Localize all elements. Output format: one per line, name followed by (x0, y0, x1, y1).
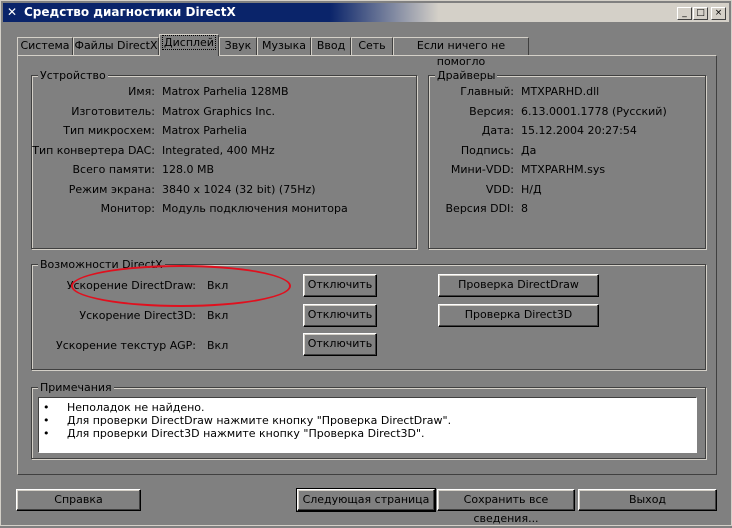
agp-texture-accel-value: Вкл (207, 339, 229, 352)
notes-textbox[interactable]: • Неполадок не найдено. • Для проверки Dir… (38, 397, 697, 453)
dac-type-label: Тип конвертера DAC: (32, 144, 155, 157)
mini-vdd-label: Мини-VDD: (450, 163, 514, 176)
driver-date-value: 15.12.2004 20:27:54 (521, 124, 637, 137)
total-memory-label: Всего памяти: (72, 163, 155, 176)
tab-directx-files[interactable]: Файлы DirectX (73, 37, 159, 55)
device-group: Устройство (31, 69, 417, 249)
manufacturer-value: Matrox Graphics Inc. (162, 105, 276, 118)
display-mode-label: Режим экрана: (68, 183, 155, 196)
ddi-version-value: 8 (521, 202, 528, 215)
vdd-label: VDD: (485, 183, 514, 196)
ddi-version-label: Версия DDI: (445, 202, 515, 215)
test-directdraw-button[interactable]: Проверка DirectDraw (438, 274, 599, 297)
drivers-group-title: Драйверы (435, 69, 498, 82)
bullet-icon: • (43, 427, 50, 440)
title-bar[interactable]: ✕ Средство диагностики DirectX _ □ × (3, 3, 729, 22)
note-item: • Для проверки DirectDraw нажмите кнопку … (43, 414, 452, 427)
dxdiag-app-icon: ✕ (7, 5, 18, 19)
bullet-icon: • (43, 414, 50, 427)
tab-network[interactable]: Сеть (351, 37, 393, 55)
tab-sound[interactable]: Звук (219, 37, 257, 55)
chip-type-label: Тип микросхем: (63, 124, 155, 137)
driver-version-label: Версия: (469, 105, 514, 118)
monitor-label: Монитор: (100, 202, 155, 215)
vdd-value: Н/Д (521, 183, 542, 196)
notes-group-title: Примечания (38, 381, 114, 394)
device-name-value: Matrox Parhelia 128MB (162, 85, 289, 98)
directx-diagnostic-window: ✕ Средство диагностики DirectX _ □ × Сис… (0, 0, 732, 526)
maximize-button[interactable]: □ (693, 7, 708, 20)
highlight-ellipse (71, 265, 291, 307)
tab-input[interactable]: Ввод (311, 37, 351, 55)
agp-texture-accel-label: Ускорение текстур AGP: (56, 339, 196, 352)
tab-music[interactable]: Музыка (257, 37, 311, 55)
direct3d-accel-value: Вкл (207, 309, 229, 322)
main-driver-value: MTXPARHD.dll (521, 85, 600, 98)
chip-type-value: Matrox Parhelia (162, 124, 248, 137)
tab-label: Музыка (262, 39, 306, 52)
drivers-group: Драйверы (428, 69, 706, 249)
disable-direct3d-button[interactable]: Отключить (303, 304, 377, 327)
device-name-label: Имя: (128, 85, 155, 98)
save-all-info-button[interactable]: Сохранить все сведения... (437, 489, 575, 525)
dac-type-value: Integrated, 400 MHz (162, 144, 275, 157)
tab-label: Ввод (316, 39, 346, 52)
display-mode-value: 3840 x 1024 (32 bit) (75Hz) (162, 183, 316, 196)
next-page-button[interactable]: Следующая страница (296, 488, 436, 512)
mini-vdd-value: MTXPARHM.sys (521, 163, 606, 176)
minimize-button[interactable]: _ (677, 7, 692, 20)
help-button[interactable]: Справка (16, 489, 141, 511)
driver-date-label: Дата: (481, 124, 514, 137)
signature-value: Да (521, 144, 537, 157)
disable-directdraw-button[interactable]: Отключить (303, 274, 377, 297)
tab-display[interactable]: Дисплей (159, 34, 219, 56)
manufacturer-label: Изготовитель: (71, 105, 155, 118)
total-memory-value: 128.0 MB (162, 163, 215, 176)
device-group-title: Устройство (38, 69, 108, 82)
bullet-icon: • (43, 401, 50, 414)
tab-label: Файлы DirectX (74, 39, 158, 52)
test-direct3d-button[interactable]: Проверка Direct3D (438, 304, 599, 327)
tab-label: Дисплей (162, 35, 216, 50)
signature-label: Подпись: (460, 144, 514, 157)
driver-version-value: 6.13.0001.1778 (Русский) (521, 105, 667, 118)
note-item: • Для проверки Direct3D нажмите кнопку "П… (43, 427, 425, 440)
direct3d-accel-label: Ускорение Direct3D: (79, 309, 196, 322)
monitor-value: Модуль подключения монитора (162, 202, 348, 215)
close-button[interactable]: × (711, 7, 726, 20)
disable-agp-texture-button[interactable]: Отключить (303, 333, 377, 356)
tab-more-help[interactable]: Если ничего не помогло (393, 37, 529, 68)
tab-label: Система (20, 39, 70, 52)
tab-label: Звук (224, 39, 252, 52)
exit-button[interactable]: Выход (578, 489, 717, 511)
tab-system[interactable]: Система (17, 37, 73, 55)
window-title: Средство диагностики DirectX (24, 5, 236, 19)
tab-label: Сеть (358, 39, 386, 52)
main-driver-label: Главный: (460, 85, 514, 98)
note-item: • Неполадок не найдено. (43, 401, 205, 414)
